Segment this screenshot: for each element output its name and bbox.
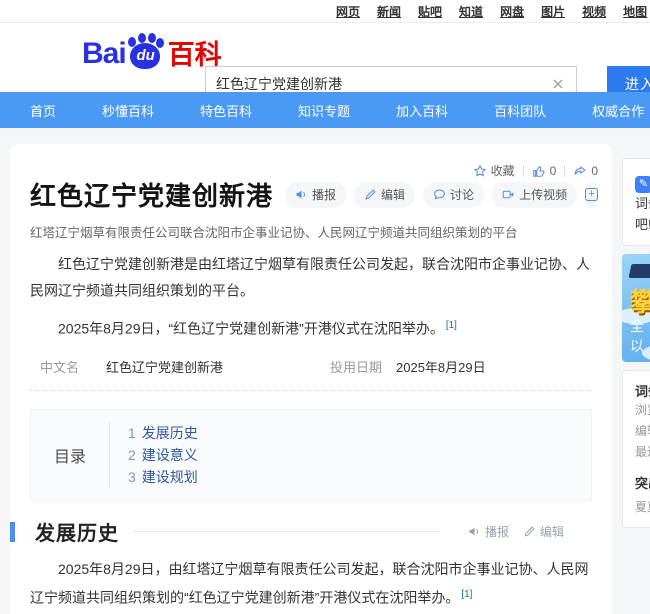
top-utility-nav: 网页 新闻 贴吧 知道 网盘 图片 视频 地图 文库 bbox=[0, 0, 650, 23]
summary-text: 2025年8月29日，“红色辽宁党建创新港”开港仪式在沈阳举办。 bbox=[58, 320, 444, 336]
edit-card-text: 吧! bbox=[635, 217, 650, 232]
topnav-link-webpage[interactable]: 网页 bbox=[336, 3, 360, 20]
toc-item-planning[interactable]: 3建设规划 bbox=[128, 466, 198, 488]
topnav-link-images[interactable]: 图片 bbox=[541, 3, 565, 20]
discuss-button[interactable]: 讨论 bbox=[423, 182, 484, 208]
nav-quanwei[interactable]: 权威合作 bbox=[592, 101, 644, 120]
stat-edits: 编辑次数: bbox=[635, 421, 650, 442]
video-camera-icon bbox=[502, 188, 515, 201]
clear-search-icon[interactable] bbox=[550, 76, 566, 92]
nav-miaodong[interactable]: 秒懂百科 bbox=[102, 101, 154, 120]
broadcast-button[interactable]: 播报 bbox=[285, 182, 346, 208]
section-marker bbox=[10, 522, 15, 542]
baidu-baike-logo[interactable]: Bai du 百科 bbox=[82, 35, 222, 71]
plus-icon: + bbox=[585, 188, 598, 201]
basic-info-table: 中文名 红色辽宁党建创新港 投用日期 2025年8月29日 bbox=[30, 349, 592, 391]
section-edit-button[interactable]: 编辑 bbox=[523, 523, 564, 540]
main-nav: 首页 秒懂百科 特色百科 知识专题 加入百科 百科团队 权威合作 bbox=[0, 92, 650, 128]
contributors-title: 突出贡献榜 bbox=[635, 473, 650, 492]
toc-item-history[interactable]: 1发展历史 bbox=[128, 422, 198, 444]
right-sidebar: ✎ 词条 吧! 攀 全 以 词条统计 浏览次数: 编辑次数: 最近更新: 突出贡… bbox=[622, 158, 650, 528]
toc-item-significance[interactable]: 2建设意义 bbox=[128, 444, 198, 466]
edit-prompt-card[interactable]: ✎ 词条 吧! bbox=[622, 158, 650, 246]
pencil-square-icon: ✎ bbox=[635, 176, 650, 193]
upload-video-button[interactable]: 上传视频 bbox=[492, 182, 577, 208]
baidu-paw-icon: du bbox=[128, 35, 164, 71]
summary-paragraph: 红色辽宁党建创新港是由红塔辽宁烟草有限责任公司发起，联合沈阳市企事业记协、人民网… bbox=[30, 252, 592, 303]
section-divider-line bbox=[133, 531, 440, 532]
reference-link[interactable]: [1] bbox=[461, 589, 472, 600]
entry-stats-card: 词条统计 浏览次数: 编辑次数: 最近更新: 突出贡献榜 夏莫 bbox=[622, 370, 650, 528]
header: Bai du 百科 进入词条 bbox=[0, 23, 650, 92]
pencil-icon bbox=[523, 525, 536, 538]
more-actions-button[interactable]: + bbox=[585, 182, 598, 208]
topnav-link-tieba[interactable]: 贴吧 bbox=[418, 3, 442, 20]
broadcast-label: 播报 bbox=[312, 186, 336, 203]
topnav-link-video[interactable]: 视频 bbox=[582, 3, 606, 20]
stat-updated: 最近更新: bbox=[635, 442, 650, 463]
nav-team[interactable]: 百科团队 bbox=[494, 101, 546, 120]
nav-zhuanti[interactable]: 知识专题 bbox=[298, 101, 350, 120]
upload-video-label: 上传视频 bbox=[519, 186, 567, 203]
edit-button[interactable]: 编辑 bbox=[354, 182, 415, 208]
section-paragraph: 2025年8月29日，由红塔辽宁烟草有限责任公司发起，联合沈阳市企事业记协、人民… bbox=[30, 557, 592, 611]
topnav-link-zhidao[interactable]: 知道 bbox=[459, 3, 483, 20]
banner-decoration bbox=[629, 264, 650, 278]
logo-text-bai: Bai bbox=[82, 37, 126, 71]
speaker-icon bbox=[468, 525, 481, 538]
stats-title: 词条统计 bbox=[635, 381, 650, 400]
stat-views: 浏览次数: bbox=[635, 400, 650, 421]
page-title: 红色辽宁党建创新港 bbox=[30, 176, 273, 213]
contributor-name[interactable]: 夏莫 bbox=[635, 498, 650, 515]
search-input[interactable] bbox=[216, 76, 550, 92]
pencil-icon bbox=[364, 188, 377, 201]
info-value: 2025年8月29日 bbox=[396, 357, 486, 376]
edit-card-text: 词条 bbox=[635, 196, 650, 211]
section-title: 发展历史 bbox=[35, 517, 119, 546]
banner-text: 以 bbox=[630, 336, 644, 356]
speaker-icon bbox=[295, 188, 308, 201]
banner-text: 全 bbox=[630, 316, 644, 336]
lemma-description: 红塔辽宁烟草有限责任公司联合沈阳市企事业记协、人民网辽宁频道共同组织策划的平台 bbox=[30, 222, 592, 241]
nav-home[interactable]: 首页 bbox=[30, 101, 56, 120]
logo-text-du: du bbox=[128, 47, 164, 64]
promo-banner[interactable]: 攀 全 以 bbox=[622, 254, 650, 362]
nav-join[interactable]: 加入百科 bbox=[396, 101, 448, 120]
article-card: 收藏 0 0 红色辽宁党建创新港 bbox=[10, 144, 612, 614]
summary-paragraph: 2025年8月29日，“红色辽宁党建创新港”开港仪式在沈阳举办。[1] bbox=[30, 314, 592, 341]
topnav-link-netdisk[interactable]: 网盘 bbox=[500, 3, 524, 20]
topnav-link-maps[interactable]: 地图 bbox=[623, 3, 647, 20]
section-header-history: 发展历史 播报 编辑 bbox=[30, 517, 592, 546]
edit-label: 编辑 bbox=[381, 186, 405, 203]
section-broadcast-button[interactable]: 播报 bbox=[468, 523, 509, 540]
info-item-chinese-name: 中文名 红色辽宁党建创新港 bbox=[40, 357, 330, 376]
title-row: 红色辽宁党建创新港 播报 编辑 讨论 bbox=[30, 176, 592, 213]
toc-title: 目录 bbox=[31, 443, 109, 467]
table-of-contents: 目录 1发展历史 2建设意义 3建设规划 bbox=[30, 409, 592, 501]
info-value: 红色辽宁党建创新港 bbox=[106, 357, 223, 376]
discuss-label: 讨论 bbox=[450, 186, 474, 203]
info-item-launch-date: 投用日期 2025年8月29日 bbox=[330, 357, 592, 376]
banner-headline: 攀 bbox=[630, 282, 650, 319]
summary-text: 红色辽宁党建创新港是由红塔辽宁烟草有限责任公司发起，联合沈阳市企事业记协、人民网… bbox=[30, 256, 590, 299]
reference-link[interactable]: [1] bbox=[446, 320, 457, 331]
info-label: 中文名 bbox=[40, 357, 106, 376]
nav-tese[interactable]: 特色百科 bbox=[200, 101, 252, 120]
topnav-link-news[interactable]: 新闻 bbox=[377, 3, 401, 20]
chat-bubble-icon bbox=[433, 188, 446, 201]
info-label: 投用日期 bbox=[330, 357, 396, 376]
baike-page: 网页 新闻 贴吧 知道 网盘 图片 视频 地图 文库 Bai du 百科 bbox=[0, 0, 650, 614]
